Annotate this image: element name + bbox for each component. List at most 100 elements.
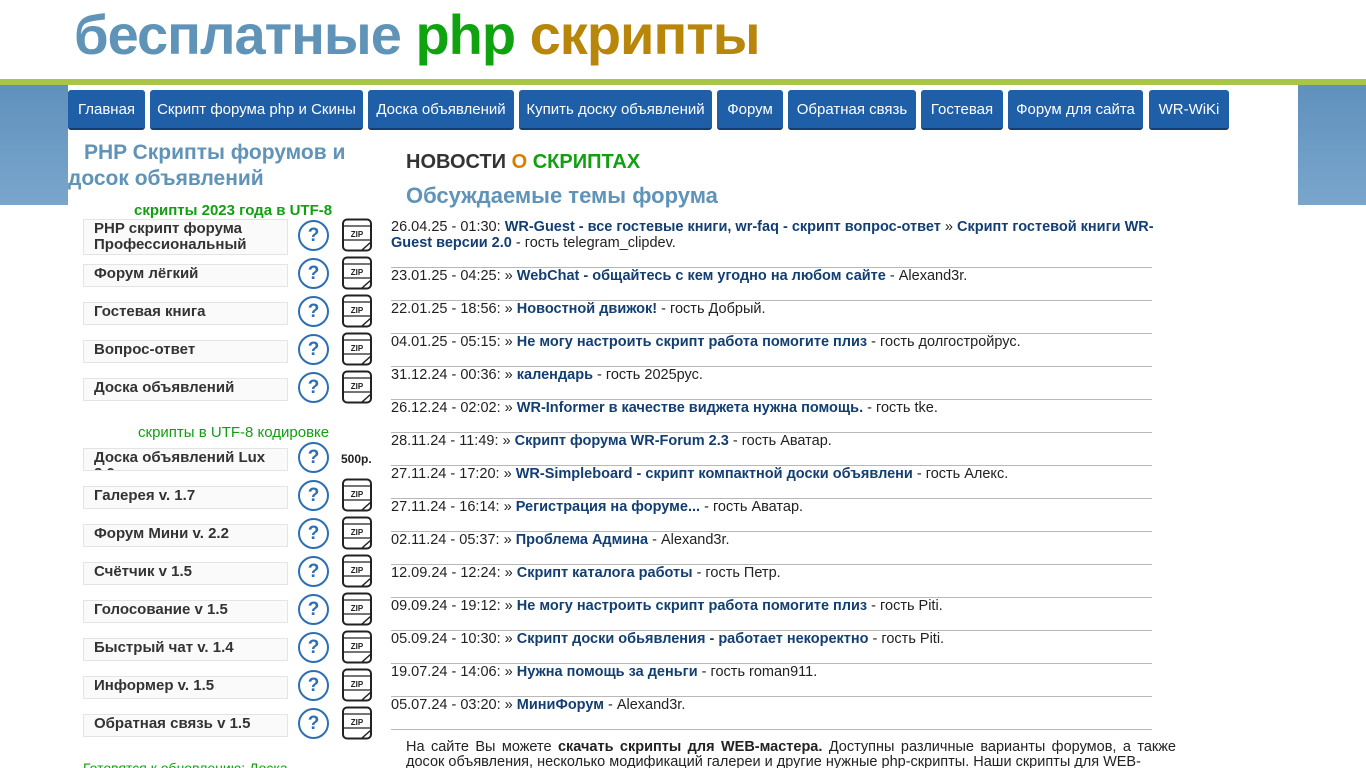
topic-author: - гость Аватар. [704,499,804,515]
svg-text:ZIP: ZIP [351,566,364,575]
topic-link[interactable]: Проблема Админа [516,532,648,548]
forum-topic-row: 19.07.24 - 14:06: » Нужна помощь за день… [391,664,1191,680]
forum-topic-row: 26.04.25 - 01:30: WR-Guest - все гостевы… [391,219,1191,251]
help-icon[interactable]: ? [298,334,329,365]
topic-link[interactable]: Новостной движок! [517,301,657,317]
nav-wiki[interactable]: WR-WiKi [1149,90,1229,130]
topic-link[interactable]: WR-Guest - все гостевые книги, wr-faq - … [505,219,941,235]
topic-author: - гость Алекс. [916,466,1009,482]
topic-link[interactable]: Не могу настроить скрипт работа помогите… [517,598,867,614]
zip-icon[interactable]: ZIP [340,592,374,626]
topic-link[interactable]: Нужна помощь за деньги [517,664,698,680]
sidebar-item-board-lux[interactable]: Доска объявлений Lux 2.0 [83,448,288,471]
topic-date: 31.12.24 - 00:36: » [391,367,513,383]
sidebar-item-forum-pro[interactable]: PHP скрипт форума Профессиональный [83,219,288,255]
zip-icon[interactable]: ZIP [340,294,374,328]
zip-icon[interactable]: ZIP [340,478,374,512]
topic-author: - гость Аватар. [732,433,832,449]
zip-icon[interactable]: ZIP [340,370,374,404]
forum-topic-row: 27.11.24 - 17:20: » WR-Simpleboard - скр… [391,466,1191,482]
help-icon[interactable]: ? [298,518,329,549]
topic-link[interactable]: Регистрация на форуме... [516,499,700,515]
topic-date: 05.07.24 - 03:20: » [391,697,513,713]
nav-guestbook[interactable]: Гостевая [921,90,1003,130]
forum-topic-row: 26.12.24 - 02:02: » WR-Informer в качест… [391,400,1191,416]
topic-date: 09.09.24 - 19:12: » [391,598,513,614]
zip-icon[interactable]: ZIP [340,668,374,702]
zip-icon[interactable]: ZIP [340,516,374,550]
svg-text:ZIP: ZIP [351,528,364,537]
sidebar-item-forum-light[interactable]: Форум лёгкий [83,264,288,287]
sidebar-item-informer[interactable]: Информер v. 1.5 [83,676,288,699]
nav-site-forum[interactable]: Форум для сайта [1008,90,1143,130]
help-icon[interactable]: ? [298,296,329,327]
topic-author: - гость roman911. [701,664,818,680]
zip-icon[interactable]: ZIP [340,256,374,290]
nav-forum-script[interactable]: Скрипт форума php и Скины [150,90,363,130]
zip-icon[interactable]: ZIP [340,332,374,366]
site-title[interactable]: бесплатные php скрипты [74,3,761,66]
help-icon[interactable]: ? [298,556,329,587]
help-icon[interactable]: ? [298,480,329,511]
price-label: 500р. [341,452,372,466]
svg-text:ZIP: ZIP [351,490,364,499]
help-icon[interactable]: ? [298,220,329,251]
topic-link[interactable]: Скрипт каталога работы [517,565,693,581]
topic-date: 02.11.24 - 05:37: » [391,532,512,548]
forum-topic-row: 12.09.24 - 12:24: » Скрипт каталога рабо… [391,565,1191,581]
nav-home[interactable]: Главная [68,90,145,130]
news-heading-part2: О [511,151,528,173]
site-title-part1: бесплатные [74,3,402,66]
forum-topic-row: 04.01.25 - 05:15: » Не могу настроить ск… [391,334,1191,350]
topic-link[interactable]: календарь [517,367,593,383]
topic-link[interactable]: WebChat - общайтесь с кем угодно на любо… [517,268,886,284]
topic-author: - Alexand3r. [607,697,686,713]
svg-text:ZIP: ZIP [351,306,364,315]
topic-link[interactable]: Скрипт доски обьявления - работает некор… [517,631,869,647]
topic-link[interactable]: Скрипт форума WR-Forum 2.3 [515,433,729,449]
site-title-part2: php [415,3,516,66]
help-icon[interactable]: ? [298,258,329,289]
help-icon[interactable]: ? [298,372,329,403]
topic-link[interactable]: WR-Simpleboard - скрипт компактной доски… [516,466,913,482]
sidebar-item-forum-mini[interactable]: Форум Мини v. 2.2 [83,524,288,547]
topic-link[interactable]: WR-Informer в качестве виджета нужна пом… [517,400,863,416]
sidebar-item-faq[interactable]: Вопрос-ответ [83,340,288,363]
zip-icon[interactable]: ZIP [340,554,374,588]
help-icon[interactable]: ? [298,670,329,701]
topic-separator: » [944,219,953,235]
topic-author: - гость tke. [867,400,938,416]
topic-date: 05.09.24 - 10:30: » [391,631,513,647]
zip-icon[interactable]: ZIP [340,630,374,664]
svg-text:ZIP: ZIP [351,230,364,239]
topic-author: - гость Добрый. [661,301,766,317]
site-title-part3: скрипты [529,3,761,66]
forum-topic-row: 23.01.25 - 04:25: » WebChat - общайтесь … [391,268,1191,284]
nav-forum[interactable]: Форум [717,90,783,130]
zip-icon[interactable]: ZIP [340,706,374,740]
topic-link[interactable]: МиниФорум [517,697,604,713]
help-icon[interactable]: ? [298,442,329,473]
help-icon[interactable]: ? [298,708,329,739]
sidebar-item-gallery[interactable]: Галерея v. 1.7 [83,486,288,509]
svg-text:ZIP: ZIP [351,268,364,277]
sidebar-footer-note[interactable]: Готовятся к обновлению: Доска [83,760,288,768]
zip-icon[interactable]: ZIP [340,218,374,252]
about-text-pre: На сайте Вы можете [406,740,552,755]
sidebar-item-board-mini[interactable]: Доска объявлений мини [83,378,288,401]
help-icon[interactable]: ? [298,594,329,625]
nav-feedback[interactable]: Обратная связь [788,90,916,130]
sidebar-item-chat[interactable]: Быстрый чат v. 1.4 [83,638,288,661]
topic-author: - гость 2025рус. [597,367,703,383]
sidebar-item-feedback[interactable]: Обратная связь v 1.5 [83,714,288,737]
sidebar-item-counter[interactable]: Счётчик v 1.5 [83,562,288,585]
nav-board[interactable]: Доска объявлений [368,90,514,130]
topic-date: 22.01.25 - 18:56: » [391,301,513,317]
sidebar-item-voting[interactable]: Голосование v 1.5 [83,600,288,623]
topic-link[interactable]: Не могу настроить скрипт работа помогите… [517,334,867,350]
help-icon[interactable]: ? [298,632,329,663]
nav-buy-board[interactable]: Купить доску объявлений [519,90,712,130]
topic-author: - гость Петр. [696,565,781,581]
topic-date: 04.01.25 - 05:15: » [391,334,513,350]
sidebar-item-guestbook[interactable]: Гостевая книга [83,302,288,325]
